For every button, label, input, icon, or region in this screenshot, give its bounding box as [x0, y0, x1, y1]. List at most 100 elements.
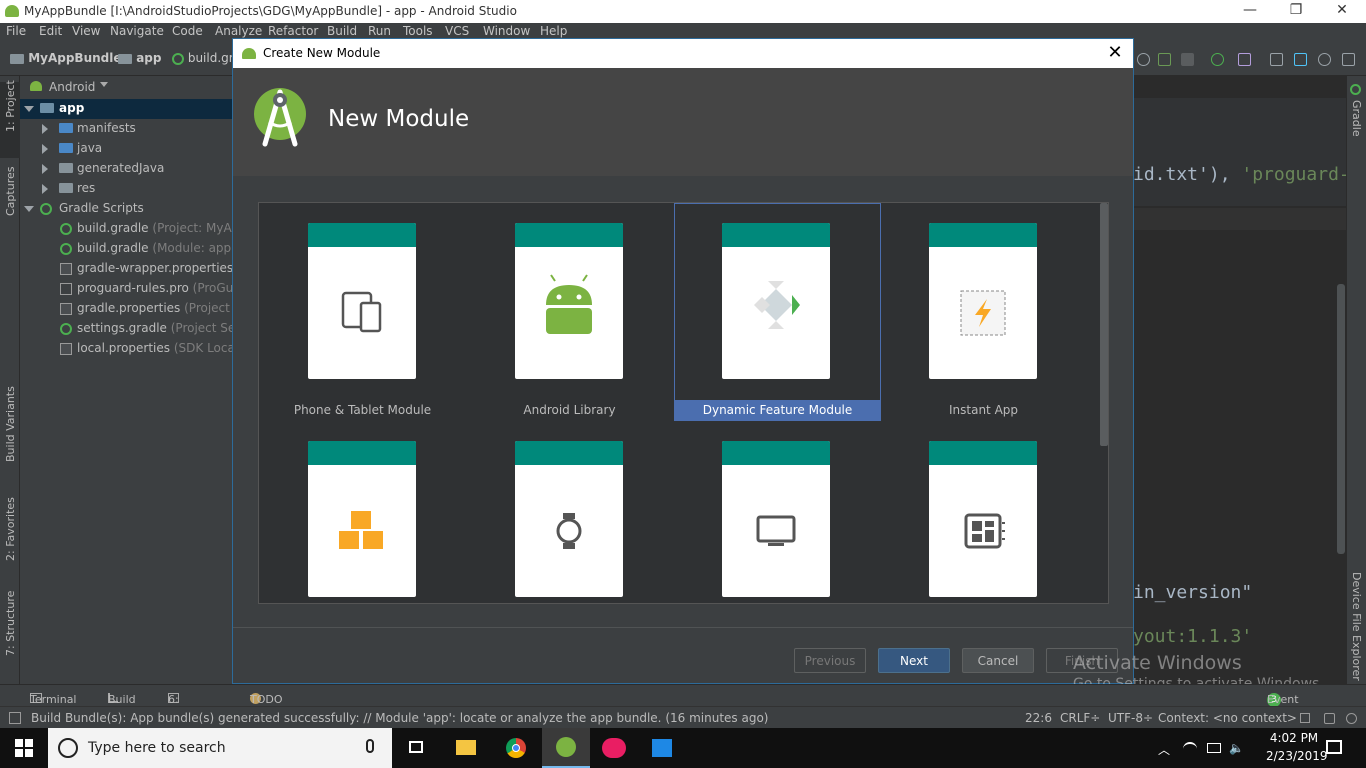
minimize-button[interactable]: —: [1227, 2, 1273, 18]
module-card-things[interactable]: [929, 441, 1037, 597]
task-view-button[interactable]: [392, 728, 440, 768]
notifications-icon[interactable]: [1326, 740, 1342, 754]
tree-item-build-gradle-project[interactable]: build.gradle (Project: MyAppB: [20, 219, 233, 239]
menu-edit[interactable]: Edit: [39, 24, 62, 38]
tab-gradle[interactable]: Gradle: [1350, 100, 1363, 137]
taskbar-app-blue[interactable]: [638, 728, 686, 768]
gradle-icon: [172, 52, 184, 65]
tab-structure[interactable]: 7: Structure: [4, 591, 17, 656]
battery-icon[interactable]: [1207, 743, 1221, 753]
tree-item-settings-gradle[interactable]: settings.gradle (Project Setti: [20, 319, 233, 339]
tab-favorites[interactable]: 2: Favorites: [4, 497, 17, 561]
tab-project[interactable]: 1: Project: [4, 80, 17, 132]
cursor-position[interactable]: 22:6: [1025, 711, 1052, 725]
taskbar-android-studio[interactable]: [542, 728, 590, 768]
inspector-icon[interactable]: [1324, 713, 1335, 724]
tree-item-gradle-properties[interactable]: gradle.properties (Project Pr: [20, 299, 233, 319]
sync-gradle-icon[interactable]: [1211, 53, 1224, 66]
close-window-button[interactable]: ✕: [1319, 2, 1365, 18]
things-board-icon: [964, 513, 1005, 549]
menu-build[interactable]: Build: [327, 24, 357, 38]
lock-icon[interactable]: [1300, 713, 1310, 723]
properties-file-icon: [60, 343, 72, 355]
sdk-manager-icon[interactable]: [1270, 53, 1283, 66]
android-studio-logo-icon: [5, 5, 19, 17]
module-card-import-jar[interactable]: [308, 441, 416, 597]
show-hidden-icons-chevron-icon[interactable]: ︿: [1158, 741, 1170, 758]
taskbar-time[interactable]: 4:02 PM: [1266, 731, 1322, 745]
breadcrumb-file[interactable]: build.gr: [172, 51, 234, 65]
tab-captures[interactable]: Captures: [4, 167, 17, 216]
context-indicator[interactable]: Context: <no context>: [1158, 711, 1297, 725]
cancel-button[interactable]: Cancel: [962, 648, 1034, 673]
project-view-selector[interactable]: Android: [20, 76, 233, 98]
taskbar-chrome[interactable]: [492, 728, 540, 768]
collapse-arrow-icon: [42, 184, 48, 194]
menu-navigate[interactable]: Navigate: [110, 24, 164, 38]
tool-window-toggle-icon[interactable]: [9, 712, 21, 724]
tree-item-local-properties[interactable]: local.properties (SDK Locatio: [20, 339, 233, 359]
tab-build-variants[interactable]: Build Variants: [4, 386, 17, 462]
menu-run[interactable]: Run: [368, 24, 391, 38]
module-card-tv[interactable]: [722, 441, 830, 597]
microphone-icon[interactable]: [366, 739, 374, 753]
breadcrumb-project[interactable]: MyAppBundle: [10, 51, 122, 65]
status-message[interactable]: Build Bundle(s): App bundle(s) generated…: [31, 711, 768, 725]
breadcrumb-module[interactable]: app: [118, 51, 161, 65]
profile-icon[interactable]: [1137, 53, 1150, 66]
taskbar-search-box[interactable]: Type here to search: [48, 728, 392, 768]
dialog-close-button[interactable]: ✕: [1105, 42, 1125, 63]
dialog-title-bar: Create New Module ✕: [233, 39, 1133, 68]
tree-item-java[interactable]: java: [20, 139, 233, 159]
menu-view[interactable]: View: [72, 24, 100, 38]
next-button[interactable]: Next: [878, 648, 950, 673]
tree-item-res[interactable]: res: [20, 179, 233, 199]
taskbar-date[interactable]: 2/23/2019: [1266, 749, 1328, 763]
module-card-android-library[interactable]: [515, 223, 623, 379]
wifi-icon[interactable]: [1183, 742, 1197, 754]
menu-refactor[interactable]: Refactor: [268, 24, 318, 38]
menu-help[interactable]: Help: [540, 24, 567, 38]
menu-code[interactable]: Code: [172, 24, 203, 38]
tree-item-gradle-wrapper[interactable]: gradle-wrapper.properties (G: [20, 259, 233, 279]
taskbar-file-explorer[interactable]: [442, 728, 490, 768]
module-card-instant-app[interactable]: [929, 223, 1037, 379]
module-card-wear[interactable]: [515, 441, 623, 597]
tree-item-gradle-scripts[interactable]: Gradle Scripts: [20, 199, 233, 219]
code-editor[interactable]: id.txt'), 'proguard- in_version" yout:1.…: [1133, 76, 1350, 684]
volume-icon[interactable]: 🔈: [1229, 741, 1244, 755]
user-icon[interactable]: [1342, 53, 1355, 66]
module-folder-icon: [40, 103, 54, 113]
gallery-scrollbar[interactable]: [1100, 203, 1108, 446]
menu-analyze[interactable]: Analyze: [215, 24, 262, 38]
restore-button[interactable]: ❐: [1273, 2, 1319, 18]
module-card-dynamic-feature[interactable]: [722, 223, 830, 379]
taskbar-app-red[interactable]: [590, 728, 638, 768]
menu-tools[interactable]: Tools: [403, 24, 433, 38]
project-structure-icon[interactable]: [1294, 53, 1307, 66]
tree-item-proguard-rules[interactable]: proguard-rules.pro (ProGuar: [20, 279, 233, 299]
memory-icon[interactable]: [1346, 713, 1357, 724]
tab-device-file-explorer[interactable]: Device File Explorer: [1350, 572, 1363, 681]
tree-item-generated-java[interactable]: generatedJava: [20, 159, 233, 179]
previous-button[interactable]: Previous: [794, 648, 866, 673]
menu-vcs[interactable]: VCS: [445, 24, 469, 38]
avd-manager-icon[interactable]: [1238, 53, 1251, 66]
windows-start-icon[interactable]: [15, 739, 33, 757]
stop-icon[interactable]: [1181, 53, 1194, 66]
project-panel: Android app manifests java generatedJava…: [20, 76, 233, 684]
file-encoding[interactable]: UTF-8÷: [1108, 711, 1153, 725]
tree-item-manifests[interactable]: manifests: [20, 119, 233, 139]
tree-item-app[interactable]: app: [20, 99, 233, 119]
collapse-arrow-icon: [42, 144, 48, 154]
module-card-phone-tablet[interactable]: [308, 223, 416, 379]
apply-changes-icon[interactable]: [1158, 53, 1171, 66]
line-separator[interactable]: CRLF÷: [1060, 711, 1100, 725]
editor-scrollbar[interactable]: [1337, 284, 1345, 554]
menu-file[interactable]: File: [6, 24, 26, 38]
menu-window[interactable]: Window: [483, 24, 530, 38]
search-icon[interactable]: [1318, 53, 1331, 66]
instant-app-icon: [960, 290, 1006, 336]
create-new-module-dialog: Create New Module ✕ New Module Phone & T…: [232, 38, 1134, 684]
tree-item-build-gradle-module[interactable]: build.gradle (Module: app): [20, 239, 233, 259]
